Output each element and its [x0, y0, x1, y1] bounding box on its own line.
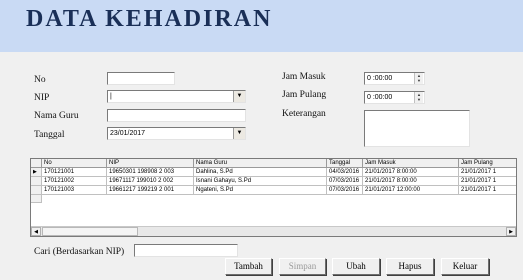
- search-input[interactable]: [134, 244, 238, 257]
- jam-masuk-timepicker[interactable]: 0 :00:00 ▲ ▼: [364, 72, 425, 85]
- cell-nama-guru[interactable]: Isnani Gahayu, S.Pd: [194, 177, 327, 186]
- column-header-tanggal[interactable]: Tanggal: [327, 159, 363, 168]
- nip-combo[interactable]: | ▼: [107, 90, 246, 103]
- ubah-button[interactable]: Ubah: [332, 258, 380, 275]
- keluar-button[interactable]: Keluar: [441, 258, 489, 275]
- no-field[interactable]: [107, 72, 175, 85]
- cell-tanggal[interactable]: 07/03/2016: [327, 186, 363, 195]
- row-indicator: [31, 186, 42, 195]
- cell-nama-guru[interactable]: Ngateni, S.Pd: [194, 186, 327, 195]
- scroll-left-icon[interactable]: ◀: [31, 227, 41, 236]
- spin-arrows-icon[interactable]: ▲ ▼: [414, 92, 423, 103]
- jam-masuk-value: 0 :00:00: [367, 75, 393, 82]
- keterangan-memo[interactable]: [364, 110, 470, 147]
- grid-indicator-header: [31, 159, 42, 168]
- chevron-down-icon[interactable]: ▼: [233, 91, 245, 102]
- cell-nip[interactable]: 19671117 199010 2 002: [107, 177, 194, 186]
- tambah-button[interactable]: Tambah: [225, 258, 272, 275]
- spin-arrows-icon[interactable]: ▲ ▼: [414, 73, 423, 84]
- column-header-no[interactable]: No: [42, 159, 107, 168]
- kehadiran-grid[interactable]: No NIP Nama Guru Tanggal Jam Masuk Jam P…: [30, 158, 517, 237]
- horizontal-scrollbar[interactable]: ◀ ▶: [31, 226, 516, 236]
- column-header-nip[interactable]: NIP: [107, 159, 194, 168]
- chevron-down-icon[interactable]: ▼: [233, 128, 245, 139]
- jam-pulang-label: Jam Pulang: [282, 90, 327, 100]
- cell-no[interactable]: 170121001: [42, 168, 107, 177]
- nama-guru-label: Nama Guru: [34, 111, 79, 121]
- cell-nama-guru[interactable]: Dahlina, S.Pd: [194, 168, 327, 177]
- nip-combo-value: |: [110, 93, 112, 100]
- cell-nip[interactable]: 19650301 198908 2 003: [107, 168, 194, 177]
- cell-jam-pulang[interactable]: 21/01/2017 1: [459, 168, 516, 177]
- no-label: No: [34, 75, 46, 85]
- column-header-jam-masuk[interactable]: Jam Masuk: [363, 159, 459, 168]
- cell-jam-pulang[interactable]: 21/01/2017 1: [459, 186, 516, 195]
- empty-row: [31, 195, 516, 203]
- row-indicator: [31, 177, 42, 186]
- cell-tanggal[interactable]: 07/03/2016: [327, 177, 363, 186]
- table-row[interactable]: 170121002 19671117 199010 2 002 Isnani G…: [31, 177, 516, 186]
- cell-jam-masuk[interactable]: 21/01/2017 8:00:00: [363, 168, 459, 177]
- cell-jam-masuk[interactable]: 21/01/2017 8:00:00: [363, 177, 459, 186]
- row-indicator: [31, 195, 42, 203]
- keterangan-label: Keterangan: [282, 109, 326, 119]
- tanggal-label: Tanggal: [34, 130, 65, 140]
- cell-jam-masuk[interactable]: 21/01/2017 12:00:00: [363, 186, 459, 195]
- column-header-nama-guru[interactable]: Nama Guru: [194, 159, 327, 168]
- row-pointer-icon: ▶: [31, 168, 42, 177]
- jam-masuk-label: Jam Masuk: [282, 72, 326, 82]
- page-title: DATA KEHADIRAN: [26, 6, 273, 32]
- grid-header-row: No NIP Nama Guru Tanggal Jam Masuk Jam P…: [31, 159, 516, 168]
- hapus-button[interactable]: Hapus: [386, 258, 434, 275]
- cell-tanggal[interactable]: 04/03/2016: [327, 168, 363, 177]
- cell-no[interactable]: 170121003: [42, 186, 107, 195]
- jam-pulang-timepicker[interactable]: 0 :00:00 ▲ ▼: [364, 91, 425, 104]
- jam-pulang-value: 0 :00:00: [367, 94, 393, 101]
- table-row[interactable]: ▶ 170121001 19650301 198908 2 003 Dahlin…: [31, 168, 516, 177]
- scrollbar-thumb[interactable]: [42, 227, 138, 236]
- table-row[interactable]: 170121003 19661217 199219 2 001 Ngateni,…: [31, 186, 516, 195]
- title-banner: DATA KEHADIRAN: [0, 0, 523, 52]
- tanggal-datepicker[interactable]: 23/01/2017 ▼: [107, 127, 246, 140]
- column-header-jam-pulang[interactable]: Jam Pulang: [459, 159, 516, 168]
- cell-no[interactable]: 170121002: [42, 177, 107, 186]
- search-label: Cari (Berdasarkan NIP): [34, 247, 125, 257]
- simpan-button[interactable]: Simpan: [279, 258, 326, 275]
- cell-jam-pulang[interactable]: 21/01/2017 1: [459, 177, 516, 186]
- nip-label: NIP: [34, 93, 50, 103]
- spin-down-icon[interactable]: ▼: [415, 97, 423, 102]
- tanggal-value: 23/01/2017: [110, 130, 146, 137]
- spin-down-icon[interactable]: ▼: [415, 78, 423, 83]
- nama-guru-field[interactable]: [107, 109, 246, 122]
- cell-nip[interactable]: 19661217 199219 2 001: [107, 186, 194, 195]
- scroll-right-icon[interactable]: ▶: [506, 227, 516, 236]
